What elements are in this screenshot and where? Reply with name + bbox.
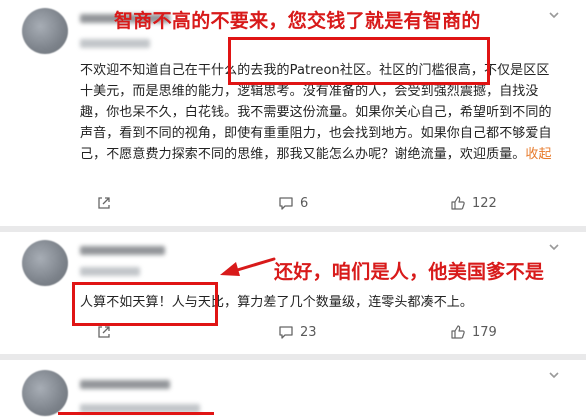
highlight-box-top [228,37,490,85]
like-icon [451,196,465,210]
share-icon [98,197,110,209]
share-button[interactable] [96,324,112,340]
avatar[interactable] [22,8,68,54]
like-icon [451,325,465,339]
comment-button[interactable]: 6 [278,195,308,211]
like-count: 179 [472,324,497,340]
collapse-link[interactable]: 收起 [525,147,551,162]
chevron-down-icon[interactable] [547,8,561,22]
comment-icon [279,197,293,210]
avatar[interactable] [22,240,68,286]
username-blurred[interactable] [80,380,170,389]
comment-card: 不欢迎不知道自己在干什么的去我的Patreon社区。社区的门槛很高，不仅是区区十… [0,0,586,226]
username-blurred[interactable] [80,246,165,255]
chevron-down-icon[interactable] [547,368,561,382]
comment-button[interactable]: 23 [278,324,317,340]
timestamp-blurred [80,39,150,48]
share-icon [98,326,110,338]
like-count: 122 [472,195,497,211]
like-button[interactable]: 179 [450,324,497,340]
comment-count: 6 [300,195,309,211]
timestamp-blurred [80,267,140,276]
highlight-box-bottom [58,412,214,415]
share-button[interactable] [96,195,112,211]
comment-icon [279,326,293,339]
highlight-box-middle [72,282,218,326]
annotation-middle: 还好，咱们是人，他美国爹不是 [274,261,545,283]
chevron-down-icon[interactable] [547,240,561,254]
comment-card [0,360,586,418]
comment-count: 23 [300,324,317,340]
like-button[interactable]: 122 [450,195,497,211]
annotation-arrow-icon [220,257,276,276]
avatar[interactable] [22,370,68,416]
annotation-top: 智商不高的不要来，您交钱了就是有智商的 [114,10,481,32]
